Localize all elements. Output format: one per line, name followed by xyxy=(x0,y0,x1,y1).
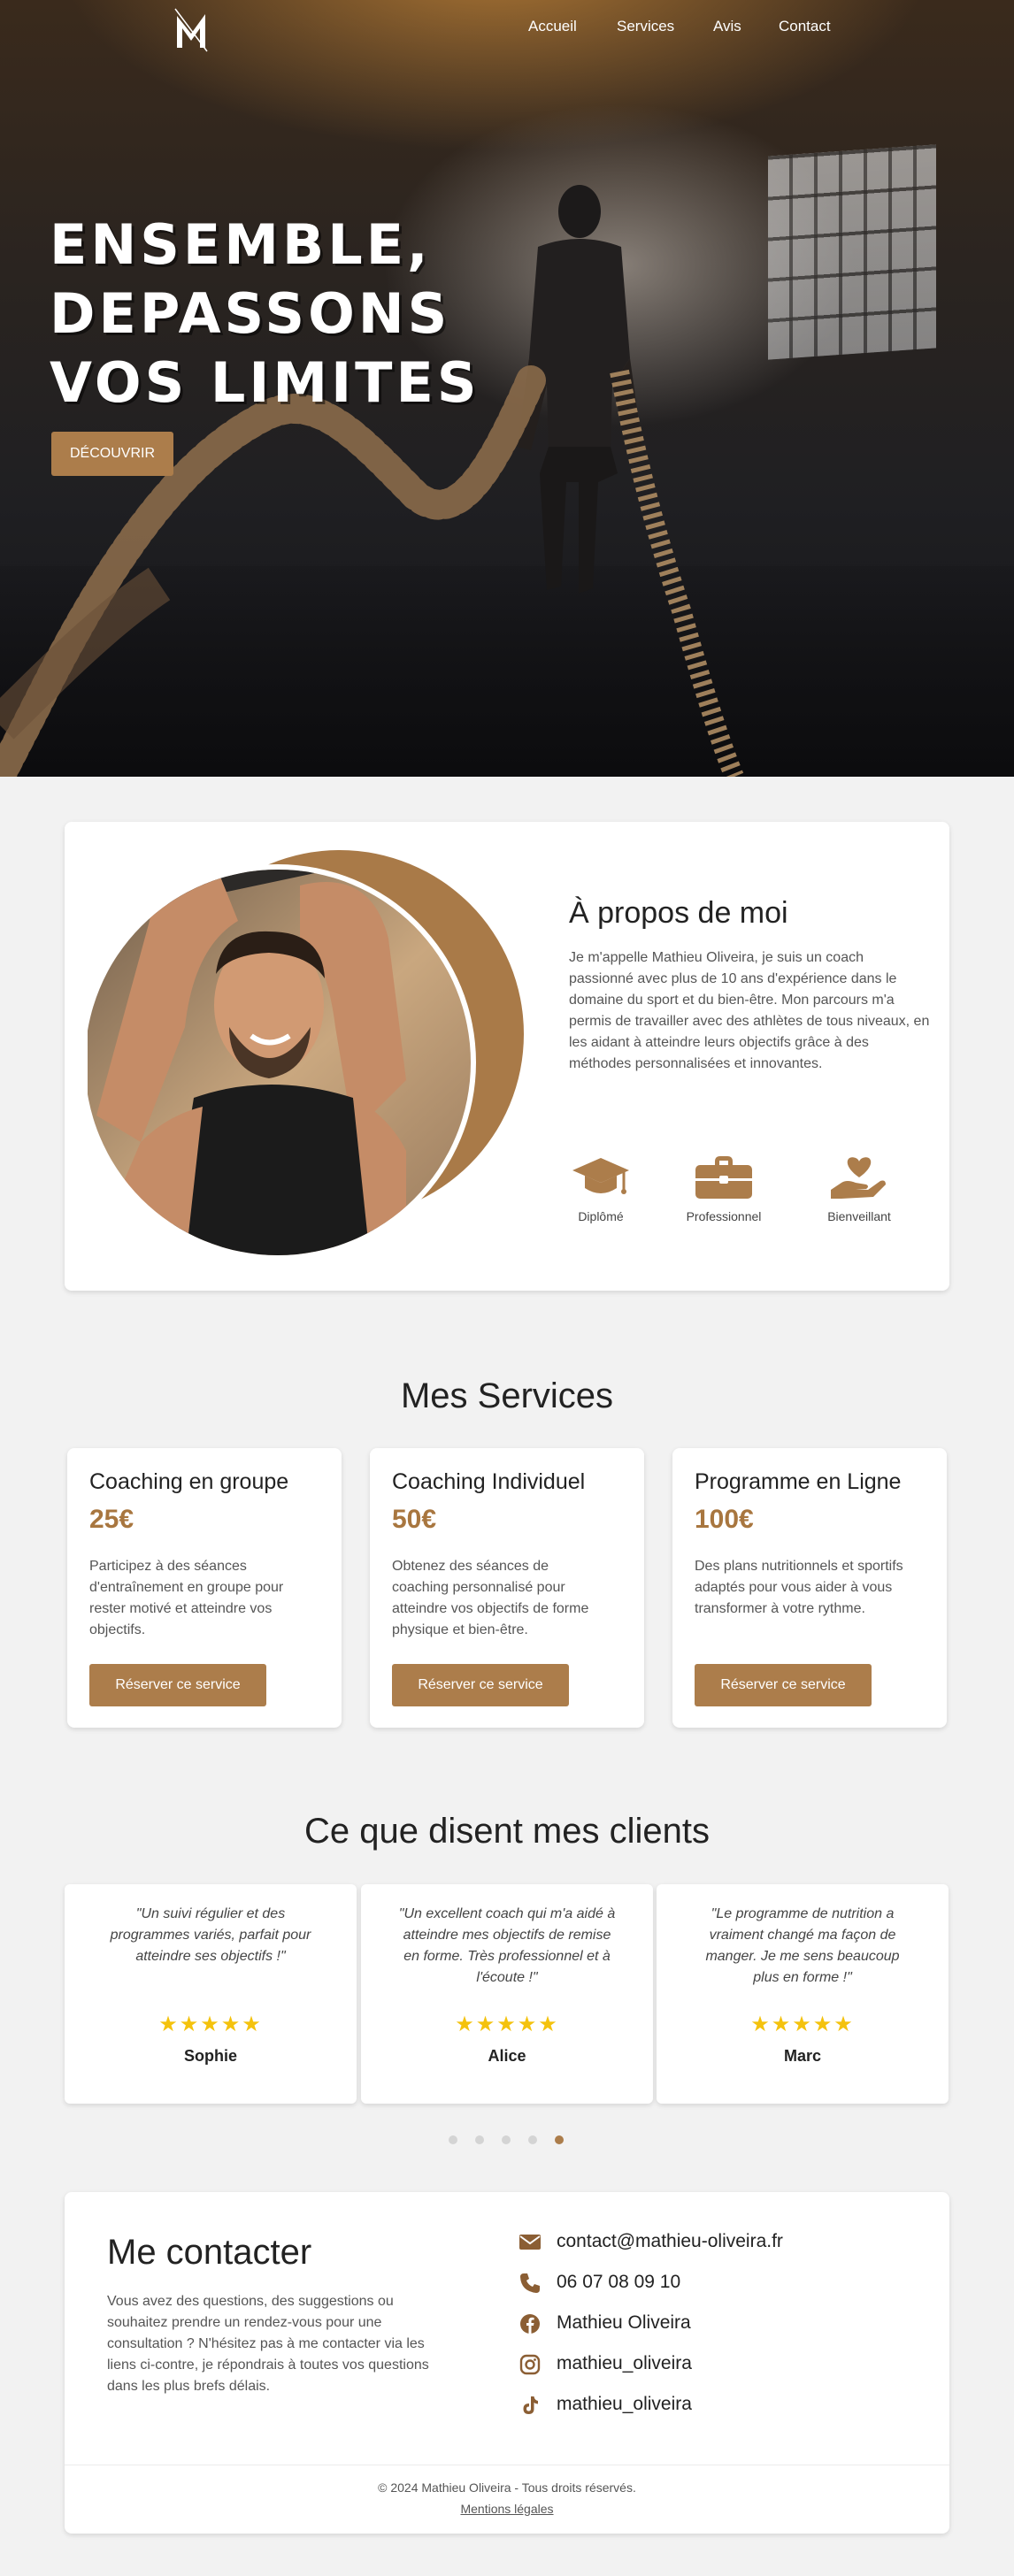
testimonial-card: "Un excellent coach qui m'a aidé à attei… xyxy=(361,1884,653,2104)
service-price: 100€ xyxy=(695,1505,754,1534)
testimonial-author: Sophie xyxy=(183,2047,237,2065)
hero-title: ENSEMBLE, DEPASSONS VOS LIMITES xyxy=(50,211,510,418)
about-card: À propos de moi Je m'appelle Mathieu Oli… xyxy=(65,822,949,1291)
contact-instagram-text: mathieu_oliveira xyxy=(557,2353,692,2373)
nav-services[interactable]: Services xyxy=(617,18,674,35)
footer-legal: Mentions légales xyxy=(65,2500,949,2517)
feature-label: Bienveillant xyxy=(827,1209,891,1223)
graduation-cap-icon xyxy=(572,1158,629,1194)
testimonial-author: Marc xyxy=(783,2047,822,2065)
contact-phone[interactable]: 06 07 08 09 10 xyxy=(519,2270,909,2296)
service-name: Coaching Individuel xyxy=(392,1469,586,1494)
instagram-icon xyxy=(519,2354,541,2375)
testimonial-author: Alice xyxy=(488,2047,526,2065)
hero-title-line: DEPASSONS xyxy=(50,281,451,346)
testimonial-quote: "Un excellent coach qui m'a aidé à attei… xyxy=(398,1906,616,1985)
service-description: Des plans nutritionnels et sportifs adap… xyxy=(695,1559,903,1616)
contact-tiktok[interactable]: mathieu_oliveira xyxy=(519,2392,909,2419)
contact-phone-text: 06 07 08 09 10 xyxy=(557,2272,681,2292)
legal-notice-link[interactable]: Mentions légales xyxy=(460,2502,553,2516)
testimonial-quote: "Le programme de nutrition a vraiment ch… xyxy=(705,1906,900,1985)
contact-email[interactable]: contact@mathieu-oliveira.fr xyxy=(519,2229,909,2256)
contact-title: Me contacter xyxy=(107,2233,312,2272)
envelope-icon xyxy=(519,2235,541,2250)
testimonial-quote: "Un suivi régulier et des programmes var… xyxy=(110,1906,311,1964)
contact-tiktok-text: mathieu_oliveira xyxy=(557,2394,692,2414)
feature-bienveillant: Bienveillant xyxy=(797,1154,921,1223)
briefcase-icon xyxy=(695,1156,752,1199)
testimonials-title: Ce que disent mes clients xyxy=(303,1812,710,1851)
feature-diplome: Diplômé xyxy=(539,1154,663,1223)
service-description: Participez à des séances d'entraînement … xyxy=(89,1559,284,1637)
service-name: Programme en Ligne xyxy=(695,1469,902,1494)
footer-copyright: © 2024 Mathieu Oliveira - Tous droits ré… xyxy=(378,2480,636,2495)
carousel-dot[interactable] xyxy=(475,2135,484,2144)
hero-section: Accueil Services Avis Contact ENSEMBLE, … xyxy=(0,0,1014,777)
main-nav: Accueil Services Avis Contact xyxy=(0,18,1014,41)
nav-accueil[interactable]: Accueil xyxy=(528,18,577,35)
coach-portrait-image xyxy=(88,850,524,1261)
service-name: Coaching en groupe xyxy=(89,1469,289,1494)
hero-title-line: ENSEMBLE, xyxy=(50,212,432,277)
service-price: 25€ xyxy=(89,1505,134,1534)
services-title: Mes Services xyxy=(400,1376,614,1415)
star-rating: ★★★★★ xyxy=(750,2012,855,2036)
service-card: Programme en Ligne 100€ Des plans nutrit… xyxy=(672,1448,947,1728)
contact-facebook[interactable]: Mathieu Oliveira xyxy=(519,2311,909,2337)
testimonial-card: "Un suivi régulier et des programmes var… xyxy=(65,1884,357,2104)
service-price: 50€ xyxy=(392,1505,437,1534)
facebook-icon xyxy=(520,2314,540,2334)
feature-professionnel: Professionnel xyxy=(662,1154,786,1223)
about-title: À propos de moi xyxy=(569,896,788,930)
feature-label: Professionnel xyxy=(686,1209,762,1223)
feature-label: Diplômé xyxy=(578,1209,624,1223)
book-service-button[interactable]: Réserver ce service xyxy=(89,1664,266,1706)
service-card: Coaching en groupe 25€ Participez à des … xyxy=(67,1448,342,1728)
star-rating: ★★★★★ xyxy=(158,2012,263,2036)
hand-heart-icon xyxy=(831,1157,886,1199)
contact-email-text: contact@mathieu-oliveira.fr xyxy=(557,2231,783,2251)
contact-text: Vous avez des questions, des suggestions… xyxy=(107,2294,429,2394)
star-rating: ★★★★★ xyxy=(455,2012,559,2036)
nav-avis[interactable]: Avis xyxy=(713,18,741,35)
service-description: Obtenez des séances de coaching personna… xyxy=(392,1559,589,1637)
phone-icon xyxy=(520,2273,540,2293)
book-service-button[interactable]: Réserver ce service xyxy=(695,1664,872,1706)
contact-card: Me contacter Vous avez des questions, de… xyxy=(65,2192,949,2534)
carousel-dot[interactable] xyxy=(449,2135,457,2144)
contact-instagram[interactable]: mathieu_oliveira xyxy=(519,2351,909,2378)
contact-facebook-text: Mathieu Oliveira xyxy=(557,2312,691,2333)
about-text: Je m'appelle Mathieu Oliveira, je suis u… xyxy=(569,950,930,1071)
tiktok-icon xyxy=(523,2396,538,2414)
testimonial-card: "Le programme de nutrition a vraiment ch… xyxy=(657,1884,949,2104)
service-card: Coaching Individuel 50€ Obtenez des séan… xyxy=(370,1448,644,1728)
hero-title-line: VOS LIMITES xyxy=(50,350,480,415)
carousel-pagination xyxy=(0,2135,1014,2146)
discover-button[interactable]: DÉCOUVRIR xyxy=(51,432,173,476)
carousel-dot[interactable] xyxy=(502,2135,511,2144)
carousel-dot-active[interactable] xyxy=(555,2135,564,2144)
carousel-dot[interactable] xyxy=(528,2135,537,2144)
nav-contact[interactable]: Contact xyxy=(779,18,831,35)
book-service-button[interactable]: Réserver ce service xyxy=(392,1664,569,1706)
